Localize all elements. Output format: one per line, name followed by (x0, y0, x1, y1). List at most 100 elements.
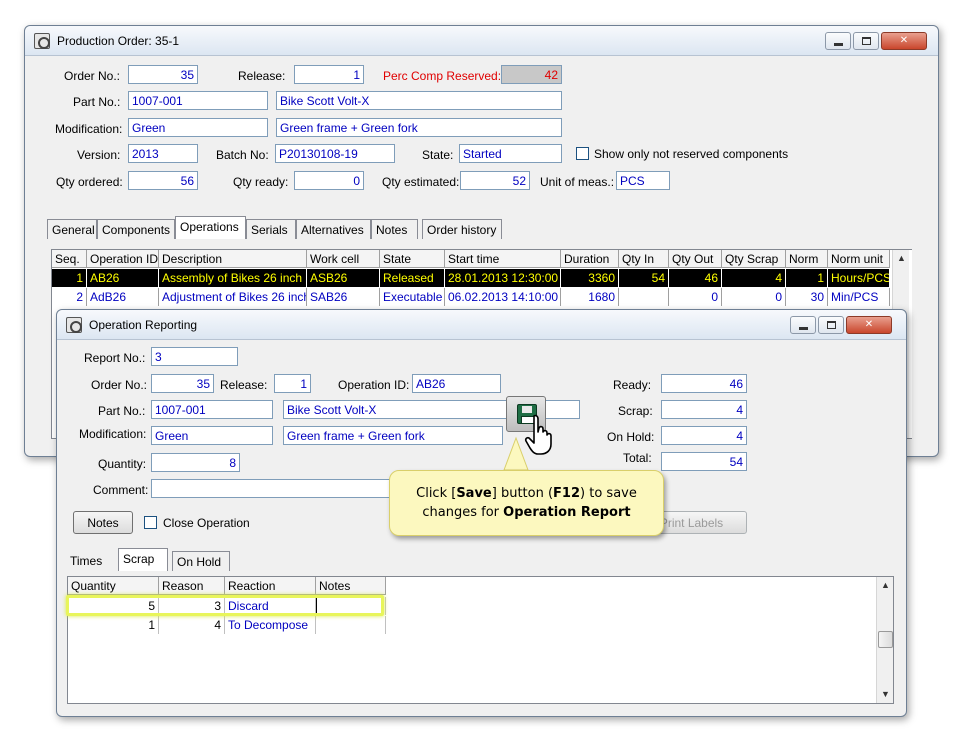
scrap-cell-reaction[interactable]: To Decompose (225, 616, 316, 634)
batch-no-field[interactable]: P20130108-19 (275, 144, 395, 163)
report-no-field[interactable]: 3 (151, 347, 238, 366)
scrap-cell-quantity[interactable]: 1 (68, 616, 159, 634)
column-header[interactable]: Qty Out (669, 250, 722, 268)
on-hold-label: On Hold: (607, 430, 655, 444)
callout-line-2: changes for Operation Report (390, 503, 663, 522)
tab-notes[interactable]: Notes (371, 219, 418, 239)
tab-general[interactable]: General (47, 219, 97, 239)
close-operation-checkbox[interactable] (144, 516, 157, 529)
op-order-no-field[interactable]: 35 (151, 374, 214, 393)
close-button[interactable]: ✕ (846, 316, 892, 334)
column-header[interactable]: Reason (159, 577, 225, 595)
scrap-scrollbar[interactable]: ▲ ▼ (876, 577, 893, 703)
on-hold-field[interactable]: 4 (661, 426, 747, 445)
tab-components[interactable]: Components (97, 219, 175, 239)
column-header[interactable]: Start time (445, 250, 561, 268)
operation-tabs: Times Scrap On Hold (66, 548, 266, 571)
callout-shortcut-key: F12 (553, 486, 581, 501)
tab-serials[interactable]: Serials (246, 219, 296, 239)
scroll-up-icon[interactable]: ▲ (893, 250, 910, 267)
column-header[interactable]: Description (159, 250, 307, 268)
close-button[interactable]: ✕ (881, 32, 927, 50)
op-modification-field[interactable]: Green (151, 426, 273, 445)
column-header[interactable]: Seq. (52, 250, 87, 268)
order-no-label: Order No.: (64, 69, 121, 83)
maximize-button[interactable] (853, 32, 879, 50)
scrap-field[interactable]: 4 (661, 400, 747, 419)
op-release-field[interactable]: 1 (274, 374, 311, 393)
qty-estimated-field[interactable]: 52 (460, 171, 530, 190)
minimize-button[interactable] (790, 316, 816, 334)
column-header[interactable]: State (380, 250, 445, 268)
op-release-label: Release: (220, 378, 268, 392)
column-header[interactable]: Norm unit (828, 250, 890, 268)
op-modification-description-field[interactable]: Green frame + Green fork (283, 426, 503, 445)
quantity-field[interactable]: 8 (151, 453, 240, 472)
column-header[interactable]: Quantity (68, 577, 159, 595)
ops-cell-duration: 3360 (561, 269, 619, 287)
table-row[interactable]: 1 4 To Decompose (68, 616, 386, 634)
scrap-cell-reason[interactable]: 4 (159, 616, 225, 634)
column-header[interactable]: Notes (316, 577, 386, 595)
modification-field[interactable]: Green (128, 118, 268, 137)
ops-cell-qty-in (619, 288, 669, 306)
tab-alternatives[interactable]: Alternatives (296, 219, 371, 239)
column-header[interactable]: Qty In (619, 250, 669, 268)
table-row[interactable]: 2 AdB26 Adjustment of Bikes 26 inch SAB2… (52, 288, 912, 306)
close-operation-label: Close Operation (163, 516, 250, 530)
production-order-titlebar[interactable]: Production Order: 35-1 ✕ (25, 26, 938, 56)
release-field[interactable]: 1 (294, 65, 364, 84)
scroll-down-icon[interactable]: ▼ (877, 686, 893, 703)
close-icon: ✕ (864, 319, 874, 330)
scrap-cell-notes[interactable] (316, 616, 386, 634)
operation-id-field[interactable]: AB26 (412, 374, 501, 393)
operation-reporting-titlebar[interactable]: Operation Reporting ✕ (57, 310, 906, 340)
tab-on-hold[interactable]: On Hold (172, 551, 230, 571)
modification-description-field[interactable]: Green frame + Green fork (276, 118, 562, 137)
show-only-not-reserved-checkbox[interactable] (576, 147, 589, 160)
minimize-button[interactable] (825, 32, 851, 50)
tab-scrap[interactable]: Scrap (118, 548, 168, 571)
ops-cell-norm-unit: Min/PCS (828, 288, 890, 306)
op-part-no-field[interactable]: 1007-001 (151, 400, 273, 419)
op-modification-label: Modification: (79, 427, 147, 441)
tab-times[interactable]: Times (66, 551, 116, 571)
maximize-icon (827, 321, 836, 329)
scroll-up-icon[interactable]: ▲ (877, 577, 893, 594)
part-no-field[interactable]: 1007-001 (128, 91, 268, 110)
modification-label: Modification: (55, 122, 123, 136)
state-field[interactable]: Started (459, 144, 562, 163)
ops-cell-seq: 1 (52, 269, 87, 287)
ops-cell-qty-in: 54 (619, 269, 669, 287)
ops-cell-duration: 1680 (561, 288, 619, 306)
ops-cell-operation-id: AB26 (87, 269, 159, 287)
scroll-thumb[interactable] (878, 631, 893, 648)
version-field[interactable]: 2013 (128, 144, 198, 163)
column-header[interactable]: Reaction (225, 577, 316, 595)
ops-cell-norm: 30 (786, 288, 828, 306)
unit-of-meas-field[interactable]: PCS (616, 171, 670, 190)
part-description-field[interactable]: Bike Scott Volt-X (276, 91, 562, 110)
column-header[interactable]: Duration (561, 250, 619, 268)
qty-ready-field[interactable]: 0 (294, 171, 364, 190)
production-tabs: General Components Operations Serials Al… (47, 216, 507, 239)
qty-ordered-field[interactable]: 56 (128, 171, 198, 190)
order-no-field[interactable]: 35 (128, 65, 198, 84)
callout-text: ] button ( (491, 486, 554, 501)
hand-pointer-icon (524, 414, 552, 455)
tab-order-history[interactable]: Order history (422, 219, 502, 239)
close-icon: ✕ (899, 35, 909, 46)
comment-field[interactable] (151, 479, 391, 498)
column-header[interactable]: Work cell (307, 250, 380, 268)
comment-label: Comment: (93, 483, 149, 497)
tab-operations[interactable]: Operations (175, 216, 246, 239)
table-row[interactable]: 1 AB26 Assembly of Bikes 26 inch ASB26 R… (52, 269, 912, 287)
maximize-button[interactable] (818, 316, 844, 334)
notes-button[interactable]: Notes (73, 511, 133, 534)
total-field[interactable]: 54 (661, 452, 747, 471)
ops-cell-start-time: 28.01.2013 12:30:00 (445, 269, 561, 287)
column-header[interactable]: Operation ID (87, 250, 159, 268)
column-header[interactable]: Norm (786, 250, 828, 268)
column-header[interactable]: Qty Scrap (722, 250, 786, 268)
ready-field[interactable]: 46 (661, 374, 747, 393)
